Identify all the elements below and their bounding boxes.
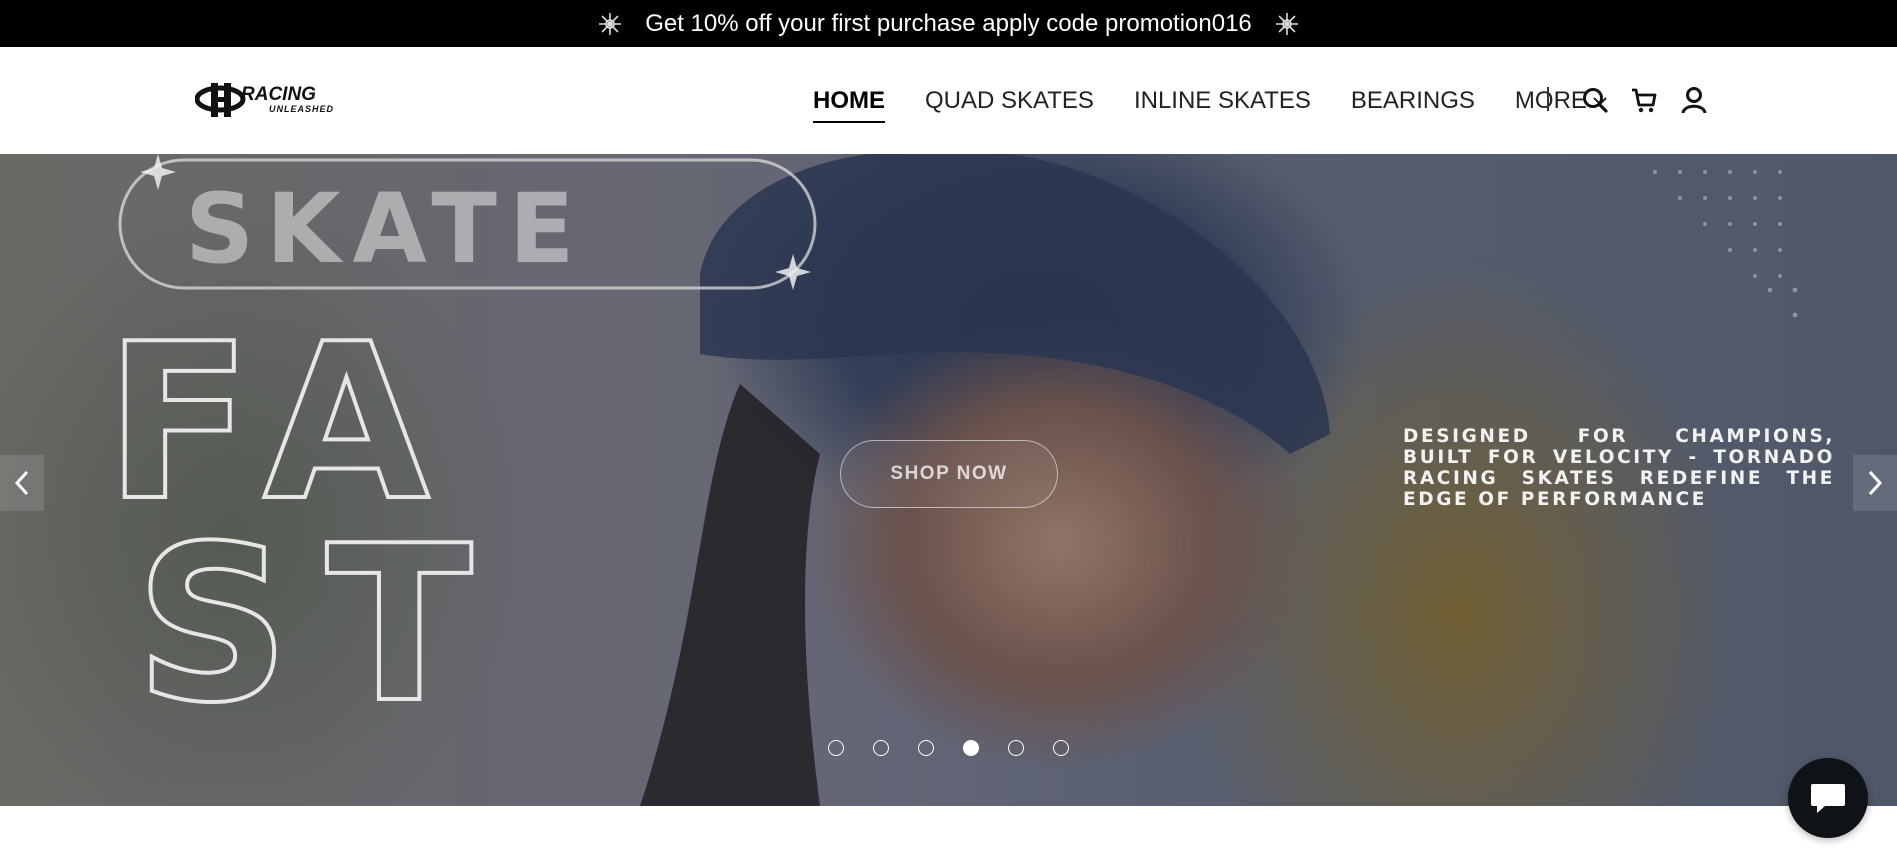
- sparkle-burst-icon: [599, 12, 622, 35]
- slider-dot-4[interactable]: [963, 740, 979, 756]
- chevron-right-icon: [1868, 470, 1883, 496]
- user-icon[interactable]: [1679, 85, 1709, 115]
- shop-now-button[interactable]: SHOP NOW: [840, 440, 1058, 508]
- slider-dot-1[interactable]: [828, 740, 844, 756]
- announcement-bar: Get 10% off your first purchase apply co…: [0, 0, 1897, 47]
- slider-dot-6[interactable]: [1053, 740, 1069, 756]
- nav-inline-skates[interactable]: INLINE SKATES: [1134, 88, 1311, 113]
- hero-slider: SKATE FA ST SHOP NOW DESIGNED FOR CHAMPI…: [0, 154, 1897, 806]
- nav-more-label: MORE: [1514, 86, 1587, 114]
- main-nav: HOME QUAD SKATES INLINE SKATES BEARINGS …: [813, 47, 1607, 154]
- nav-divider: [1547, 87, 1549, 111]
- logo-text: RACING: [241, 84, 316, 105]
- hero-tagline: DESIGNED FOR CHAMPIONS, BUILT FOR VELOCI…: [1403, 426, 1835, 510]
- slider-dot-3[interactable]: [918, 740, 934, 756]
- nav-quad-skates[interactable]: QUAD SKATES: [925, 88, 1094, 113]
- nav-bearings[interactable]: BEARINGS: [1351, 88, 1475, 113]
- nav-home[interactable]: HOME: [813, 88, 885, 123]
- logo-subtext: UNLEASHED: [269, 104, 334, 114]
- site-logo[interactable]: RACING UNLEASHED: [195, 79, 350, 121]
- sparkle-icon: [140, 154, 176, 190]
- chat-bubble-icon: [1811, 784, 1845, 813]
- sparkle-burst-icon: [1275, 12, 1298, 35]
- helmet-shape: [700, 154, 1330, 454]
- slider-dot-5[interactable]: [1008, 740, 1024, 756]
- slider-dots: [828, 740, 1069, 756]
- slider-dot-2[interactable]: [873, 740, 889, 756]
- slider-next-button[interactable]: [1853, 455, 1897, 511]
- search-icon[interactable]: [1580, 85, 1610, 115]
- announcement-text: Get 10% off your first purchase apply co…: [645, 9, 1252, 37]
- site-header: RACING UNLEASHED HOME QUAD SKATES INLINE…: [0, 47, 1897, 154]
- hair-shape: [640, 384, 820, 806]
- cart-icon[interactable]: [1629, 85, 1659, 115]
- slider-prev-button[interactable]: [0, 455, 44, 511]
- dot-grid-decoration: [1653, 170, 1798, 318]
- hero-headline-top: SKATE: [185, 173, 586, 285]
- hero-headline-row2: ST: [135, 499, 509, 750]
- chevron-left-icon: [14, 470, 29, 496]
- chat-button[interactable]: [1788, 758, 1868, 838]
